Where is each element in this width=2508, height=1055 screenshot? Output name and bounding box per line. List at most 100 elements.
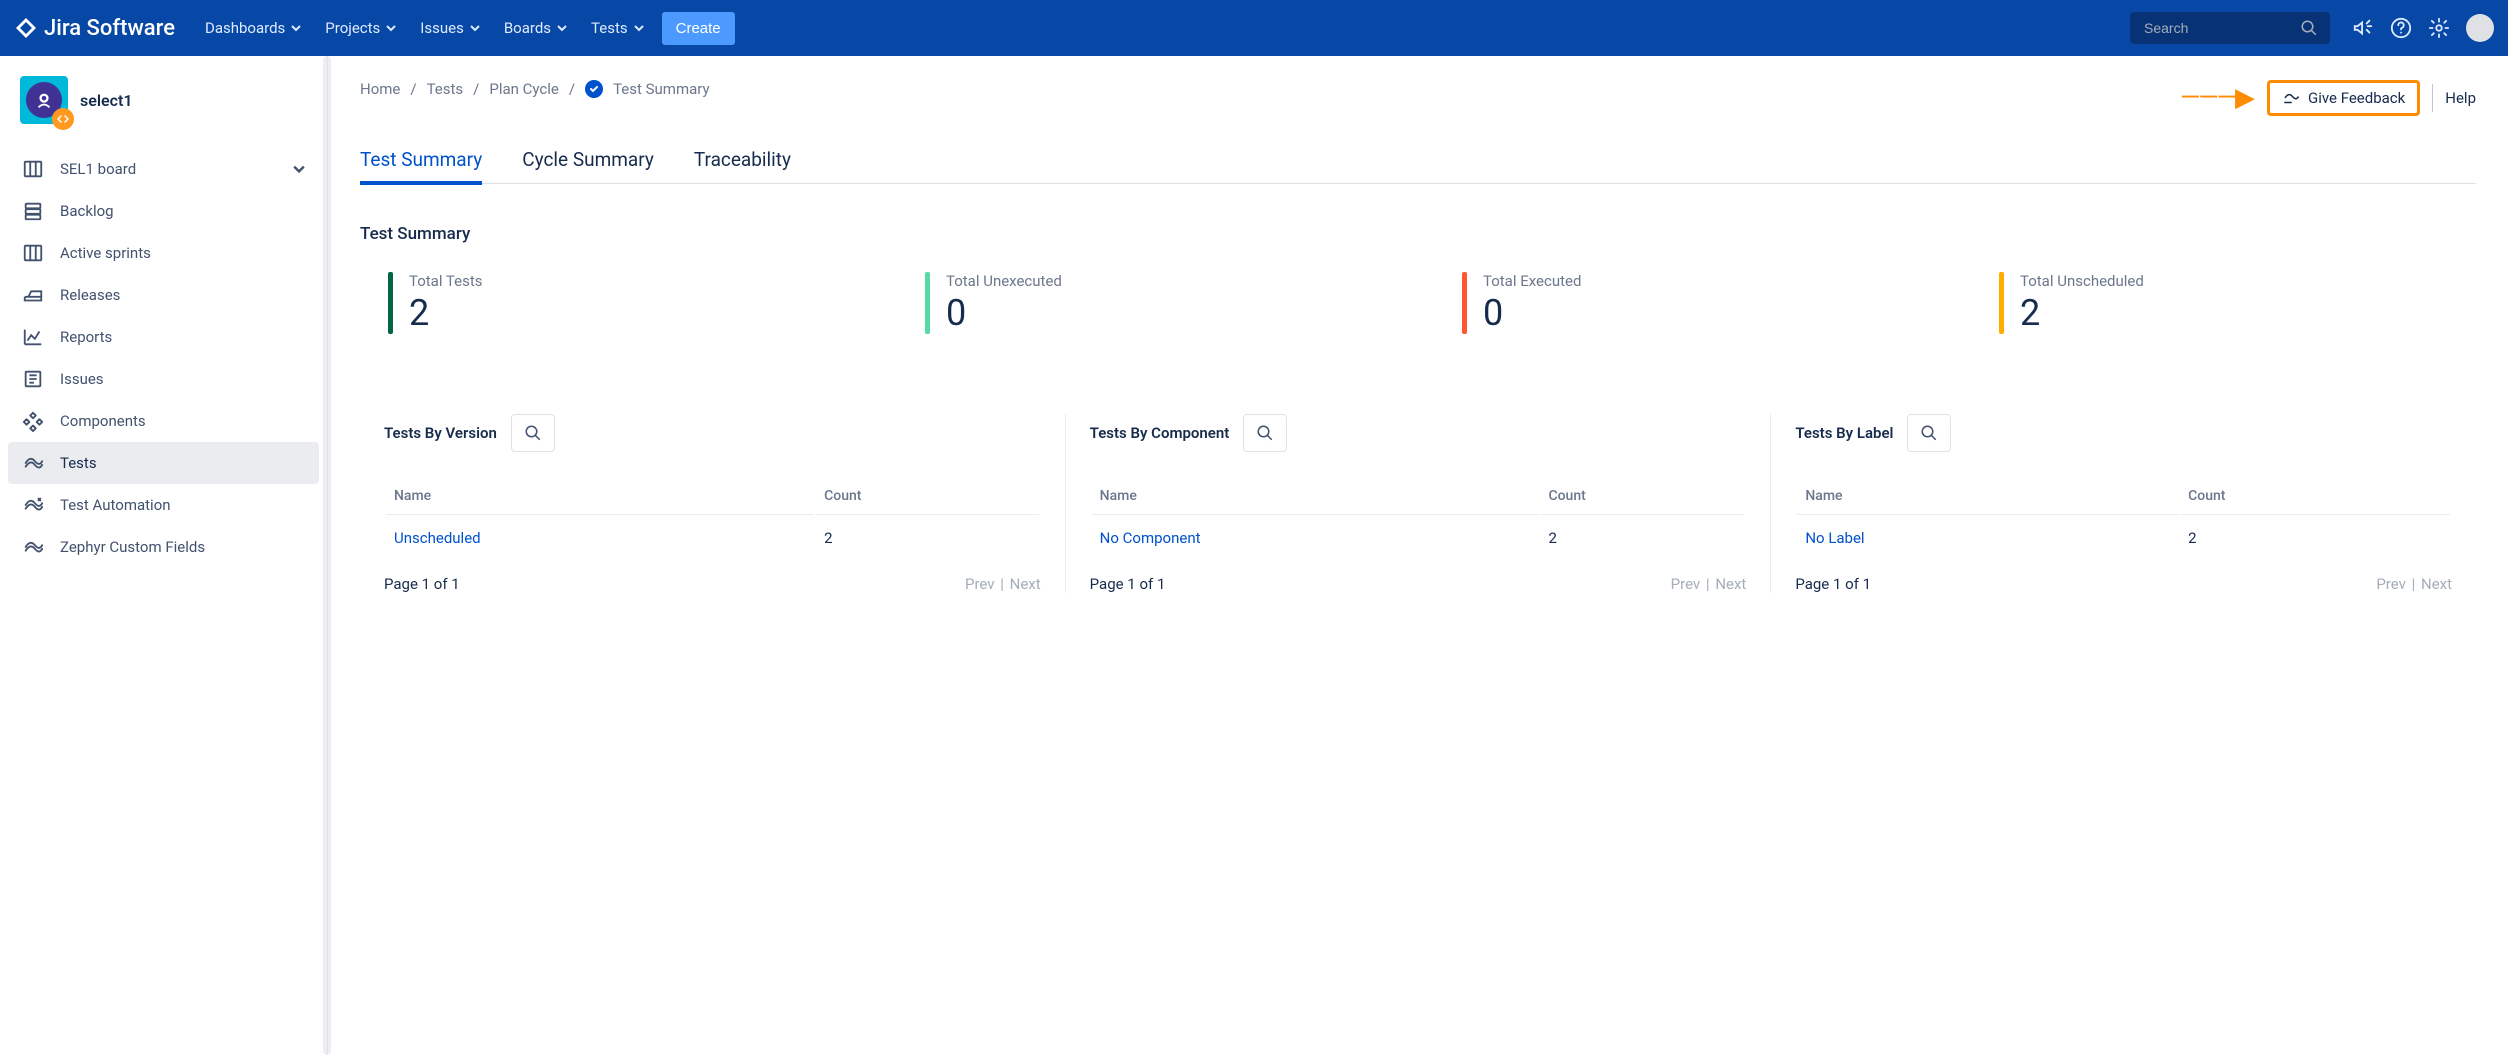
pager-next[interactable]: Next bbox=[1010, 575, 1041, 593]
sidebar-item-reports[interactable]: Reports bbox=[8, 316, 319, 358]
chevron-down-icon bbox=[470, 23, 480, 33]
sidebar-item-active-sprints[interactable]: Active sprints bbox=[8, 232, 319, 274]
nav-issues[interactable]: Issues bbox=[408, 11, 492, 45]
automation-icon bbox=[22, 494, 44, 516]
section-title: Test Summary bbox=[360, 224, 2476, 244]
panel-title: Tests By Label bbox=[1795, 424, 1893, 442]
chevron-down-icon bbox=[293, 163, 305, 175]
gear-icon[interactable] bbox=[2428, 17, 2450, 39]
nav-dashboards[interactable]: Dashboards bbox=[193, 11, 313, 45]
sidebar-item-components[interactable]: Components bbox=[8, 400, 319, 442]
main-content: ———▶ Give Feedback Help Home / Tests / P… bbox=[328, 56, 2508, 1055]
check-circle-icon bbox=[585, 80, 603, 98]
breadcrumb: Home / Tests / Plan Cycle / Test Summary bbox=[360, 80, 2180, 98]
sidebar-item-tests[interactable]: Tests bbox=[8, 442, 319, 484]
sprints-icon bbox=[22, 242, 44, 264]
row-name-link[interactable]: Unscheduled bbox=[386, 517, 814, 559]
nav-tests[interactable]: Tests bbox=[579, 11, 656, 45]
row-count: 2 bbox=[2180, 517, 2450, 559]
sidebar-item-label: Backlog bbox=[60, 202, 114, 220]
search-icon bbox=[1256, 424, 1274, 442]
col-count: Count bbox=[816, 478, 1039, 515]
stat-bar bbox=[388, 272, 393, 334]
table-row: No Component 2 bbox=[1092, 517, 1745, 559]
panel-tests-by-label: Tests By Label Name Count No Label 2 bbox=[1771, 414, 2476, 593]
pager-status: Page 1 of 1 bbox=[384, 575, 460, 593]
row-count: 2 bbox=[816, 517, 1039, 559]
project-header[interactable]: select1 bbox=[0, 68, 327, 142]
jira-brand[interactable]: Jira Software bbox=[14, 16, 175, 41]
tab-cycle-summary[interactable]: Cycle Summary bbox=[522, 148, 654, 183]
pager-status: Page 1 of 1 bbox=[1090, 575, 1166, 593]
tabbar: Test Summary Cycle Summary Traceability bbox=[360, 148, 2476, 184]
col-count: Count bbox=[2180, 478, 2450, 515]
sidebar-item-test-automation[interactable]: Test Automation bbox=[8, 484, 319, 526]
sidebar-item-label: Test Automation bbox=[60, 496, 171, 514]
sidebar-board-label: SEL1 board bbox=[60, 160, 277, 178]
zephyr-icon bbox=[22, 536, 44, 558]
search-icon bbox=[524, 424, 542, 442]
sidebar-item-issues[interactable]: Issues bbox=[8, 358, 319, 400]
sidebar-resize-handle[interactable] bbox=[323, 56, 331, 1055]
user-avatar[interactable] bbox=[2466, 14, 2494, 42]
chevron-down-icon bbox=[634, 23, 644, 33]
panel-search-button[interactable] bbox=[511, 414, 555, 452]
pager: Page 1 of 1 Prev | Next bbox=[384, 575, 1041, 593]
sidebar-item-releases[interactable]: Releases bbox=[8, 274, 319, 316]
nav-boards[interactable]: Boards bbox=[492, 11, 579, 45]
page-actions: ———▶ Give Feedback Help bbox=[2180, 80, 2476, 116]
pager-next[interactable]: Next bbox=[2421, 575, 2452, 593]
sidebar-item-backlog[interactable]: Backlog bbox=[8, 190, 319, 232]
breadcrumb-home[interactable]: Home bbox=[360, 80, 400, 98]
sidebar-board-switcher[interactable]: SEL1 board bbox=[8, 148, 319, 190]
nav-projects[interactable]: Projects bbox=[313, 11, 408, 45]
panel-title: Tests By Version bbox=[384, 424, 497, 442]
panel-search-button[interactable] bbox=[1907, 414, 1951, 452]
reports-icon bbox=[22, 326, 44, 348]
panel-tests-by-component: Tests By Component Name Count No Compone… bbox=[1066, 414, 1772, 593]
divider bbox=[2432, 84, 2433, 112]
tab-test-summary[interactable]: Test Summary bbox=[360, 148, 482, 185]
stat-label: Total Unscheduled bbox=[2020, 272, 2144, 290]
pager: Page 1 of 1 Prev | Next bbox=[1090, 575, 1747, 593]
backlog-icon bbox=[22, 200, 44, 222]
breadcrumb-plan-cycle[interactable]: Plan Cycle bbox=[489, 80, 559, 98]
search-icon bbox=[1920, 424, 1938, 442]
stat-bar bbox=[1999, 272, 2004, 334]
tests-icon bbox=[22, 452, 44, 474]
help-icon[interactable] bbox=[2390, 17, 2412, 39]
code-badge-icon bbox=[52, 108, 74, 130]
sidebar-item-label: Issues bbox=[60, 370, 104, 388]
row-name-link[interactable]: No Label bbox=[1797, 517, 2178, 559]
stat-bar bbox=[925, 272, 930, 334]
sidebar-item-zephyr-custom-fields[interactable]: Zephyr Custom Fields bbox=[8, 526, 319, 568]
stat-total-unexecuted: Total Unexecuted 0 bbox=[925, 272, 1402, 334]
col-name: Name bbox=[1092, 478, 1539, 515]
sidebar-item-label: Zephyr Custom Fields bbox=[60, 538, 205, 556]
create-button[interactable]: Create bbox=[662, 12, 735, 45]
pager-next[interactable]: Next bbox=[1715, 575, 1746, 593]
project-avatar-icon bbox=[20, 76, 68, 124]
jira-logo-icon bbox=[14, 16, 38, 40]
pager-status: Page 1 of 1 bbox=[1795, 575, 1871, 593]
row-name-link[interactable]: No Component bbox=[1092, 517, 1539, 559]
panel-search-button[interactable] bbox=[1243, 414, 1287, 452]
col-name: Name bbox=[386, 478, 814, 515]
pager-prev[interactable]: Prev bbox=[2376, 575, 2406, 593]
pager-prev[interactable]: Prev bbox=[965, 575, 995, 593]
give-feedback-button[interactable]: Give Feedback bbox=[2267, 80, 2420, 116]
breadcrumb-tests[interactable]: Tests bbox=[427, 80, 464, 98]
search-icon bbox=[2300, 19, 2318, 37]
sidebar-item-label: Releases bbox=[60, 286, 120, 304]
panel-table: Name Count Unscheduled 2 bbox=[384, 476, 1041, 561]
stat-total-unscheduled: Total Unscheduled 2 bbox=[1999, 272, 2476, 334]
tab-traceability[interactable]: Traceability bbox=[694, 148, 791, 183]
chevron-down-icon bbox=[386, 23, 396, 33]
pager-prev[interactable]: Prev bbox=[1671, 575, 1701, 593]
help-link[interactable]: Help bbox=[2445, 89, 2476, 107]
project-name: select1 bbox=[80, 91, 132, 110]
board-icon bbox=[22, 158, 44, 180]
megaphone-icon[interactable] bbox=[2352, 17, 2374, 39]
stat-label: Total Unexecuted bbox=[946, 272, 1062, 290]
stat-total-tests: Total Tests 2 bbox=[388, 272, 865, 334]
